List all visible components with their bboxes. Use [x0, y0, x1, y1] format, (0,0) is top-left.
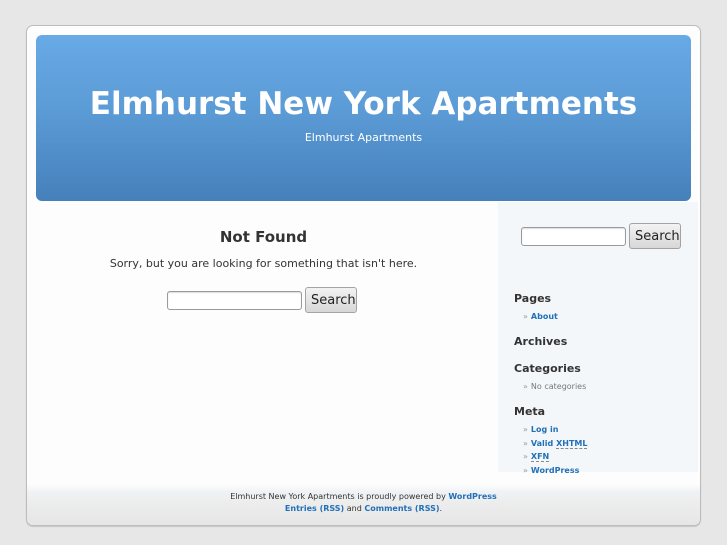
sidebar: Search Pages » About Archives Categories …: [498, 202, 698, 475]
xhtml-abbr: XHTML: [556, 438, 588, 449]
widget-title-pages: Pages: [514, 292, 552, 305]
bullet-icon: »: [523, 312, 528, 321]
page-container: Elmhurst New York Apartments Elmhurst Ap…: [26, 25, 701, 526]
footer-credit: Elmhurst New York Apartments is proudly …: [27, 484, 700, 503]
sidebar-search-form: Search: [521, 223, 681, 249]
site-description: Elmhurst Apartments: [304, 131, 423, 144]
page-link-about[interactable]: About: [531, 312, 558, 321]
site-footer: Elmhurst New York Apartments is proudly …: [27, 484, 700, 525]
entries-rss-link[interactable]: Entries (RSS): [285, 504, 344, 513]
footer-credit-text: Elmhurst New York Apartments is proudly …: [230, 492, 446, 501]
bullet-icon: »: [523, 438, 528, 448]
list-item: » No categories: [523, 380, 586, 394]
not-found-message: Sorry, but you are looking for something…: [109, 257, 418, 270]
bullet-icon: »: [523, 452, 528, 461]
valid-prefix: Valid: [530, 438, 554, 448]
list-item: » XFN: [523, 450, 587, 464]
xfn-abbr: XFN: [530, 452, 550, 462]
widget-title-categories: Categories: [514, 362, 581, 375]
content-search-form: Search: [167, 287, 357, 313]
categories-list: » No categories: [523, 380, 586, 394]
bullet-icon: »: [523, 382, 528, 391]
login-link[interactable]: Log in: [531, 425, 559, 434]
valid-xhtml-link[interactable]: Valid XHTML: [530, 438, 588, 449]
site-title[interactable]: Elmhurst New York Apartments: [36, 86, 691, 122]
widget-title-meta: Meta: [514, 405, 546, 418]
list-item: » WordPress: [523, 464, 587, 478]
widget-title-archives: Archives: [514, 335, 568, 348]
footer-period: .: [439, 504, 443, 513]
footer-wordpress-link[interactable]: WordPress: [448, 492, 496, 501]
sidebar-search-input[interactable]: [521, 226, 626, 246]
footer-feeds: Entries (RSS) and Comments (RSS).: [27, 503, 700, 515]
footer-and-text: and: [346, 504, 362, 513]
content-search-input[interactable]: [167, 290, 302, 310]
list-item: » Log in: [523, 423, 587, 437]
bullet-icon: »: [523, 425, 528, 434]
comments-rss-link[interactable]: Comments (RSS): [364, 504, 439, 513]
content-search-button[interactable]: Search: [305, 287, 357, 313]
list-item: » Valid XHTML: [523, 437, 588, 451]
list-item: » About: [523, 310, 558, 324]
wordpress-link[interactable]: WordPress: [531, 466, 579, 475]
not-found-heading: Not Found: [219, 228, 308, 246]
bullet-icon: »: [523, 465, 528, 475]
sidebar-search-button[interactable]: Search: [629, 223, 681, 249]
no-categories-text: No categories: [530, 382, 587, 391]
pages-list: » About: [523, 310, 558, 324]
meta-list: » Log in » Valid XHTML » XFN » WordPress: [523, 423, 588, 478]
xfn-link[interactable]: XFN: [530, 452, 550, 462]
site-header: Elmhurst New York Apartments Elmhurst Ap…: [36, 35, 691, 201]
